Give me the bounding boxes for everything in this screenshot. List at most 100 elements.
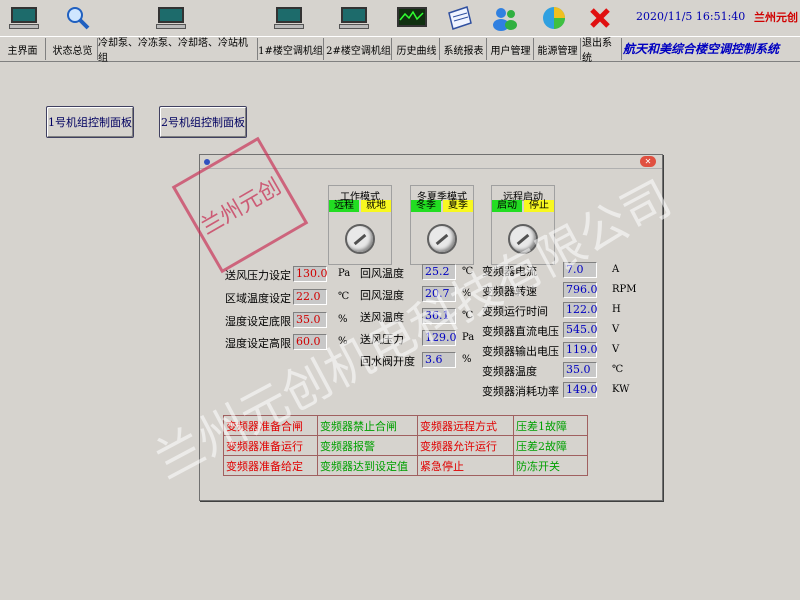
summer-option[interactable]: 夏季 (443, 200, 473, 212)
unit-label: RPM (612, 284, 637, 295)
status-cell: 变频器远程方式 (417, 415, 514, 436)
unit-label: V (612, 324, 620, 335)
vfd-label: 变频器消耗功率 (482, 385, 559, 398)
stop-option[interactable]: 停止 (524, 200, 554, 212)
status-cell: 压差1故障 (513, 415, 588, 436)
unit1-panel-button[interactable]: 1号机组控制面板 (46, 106, 134, 138)
setpoint-label: 区域温度设定 (225, 292, 291, 305)
table-row: 变频器准备运行 变频器报警 变频器允许运行 压差2故障 (223, 435, 588, 456)
monitor-icon[interactable] (155, 4, 187, 32)
setpoint-label: 送风压力设定 (225, 269, 291, 282)
vfd-value: 35.0 (563, 362, 597, 378)
status-cell: 压差2故障 (513, 435, 588, 456)
reading-label: 送风温度 (360, 311, 404, 324)
report-icon[interactable] (443, 4, 475, 32)
reading-value: 129.0 (422, 330, 457, 346)
icon-toolbar: 2020/11/5 16:51:40 兰州元创 (0, 0, 800, 36)
status-cell: 变频器允许运行 (417, 435, 514, 456)
datetime: 2020/11/5 16:51:40 (636, 10, 746, 23)
start-option[interactable]: 启动 (492, 200, 522, 212)
unit-label: % (338, 336, 348, 347)
setpoint-input[interactable]: 35.0 (293, 312, 327, 328)
unit-label: % (462, 354, 472, 365)
status-cell: 防冻开关 (513, 455, 588, 476)
reading-label: 回风温度 (360, 267, 404, 280)
status-cell: 变频器准备合闸 (223, 415, 318, 436)
unit-label: % (462, 288, 472, 299)
unit-label: A (612, 264, 620, 275)
vfd-label: 变频器电流 (482, 265, 537, 278)
unit-label: % (338, 314, 348, 325)
magnifier-icon[interactable] (62, 4, 94, 32)
table-row: 变频器准备合闸 变频器禁止合闸 变频器远程方式 压差1故障 (223, 415, 588, 436)
season-mode-switch[interactable]: 冬夏季模式 冬季 夏季 (410, 185, 474, 265)
close-icon[interactable]: ✕ (640, 156, 656, 167)
nav-bldg1[interactable]: 1#楼空调机组 (258, 38, 324, 60)
system-name: 航天和美综合楼空调控制系统 (623, 42, 780, 56)
users-icon[interactable] (489, 4, 521, 32)
vfd-label: 变频器输出电压 (482, 345, 559, 358)
chart-monitor-icon[interactable] (396, 4, 428, 32)
knob-icon[interactable] (345, 224, 375, 254)
remote-start-switch[interactable]: 远程启动 启动 停止 (491, 185, 555, 265)
local-option[interactable]: 就地 (361, 200, 391, 212)
winter-option[interactable]: 冬季 (411, 200, 441, 212)
vfd-label: 变频器直流电压 (482, 325, 559, 338)
monitor-icon[interactable] (8, 4, 40, 32)
pie-chart-icon[interactable] (538, 4, 570, 32)
unit-label: V (612, 344, 620, 355)
vfd-value: 7.0 (563, 262, 597, 278)
unit-label: ℃ (462, 266, 474, 277)
brand-label: 兰州元创 (754, 11, 798, 24)
setpoint-input[interactable]: 60.0 (293, 334, 327, 350)
close-x-icon[interactable] (584, 4, 616, 32)
unit-label: KW (612, 384, 630, 395)
setpoint-input[interactable]: 130.0 (293, 266, 328, 282)
status-table: 变频器准备合闸 变频器禁止合闸 变频器远程方式 压差1故障 变频器准备运行 变频… (223, 415, 588, 476)
status-cell: 变频器禁止合闸 (317, 415, 418, 436)
nav-users[interactable]: 用户管理 (488, 38, 534, 60)
setpoint-label: 湿度设定底限 (225, 315, 291, 328)
unit2-panel-button[interactable]: 2号机组控制面板 (159, 106, 247, 138)
nav-history[interactable]: 历史曲线 (394, 38, 440, 60)
knob-icon[interactable] (427, 224, 457, 254)
status-cell: 变频器达到设定值 (317, 455, 418, 476)
setpoint-input[interactable]: 22.0 (293, 289, 327, 305)
work-mode-switch[interactable]: 工作模式 远程 就地 (328, 185, 392, 265)
reading-value: 20.7 (422, 286, 456, 302)
unit-label: ℃ (612, 364, 624, 375)
nav-main[interactable]: 主界面 (0, 38, 46, 60)
vfd-label: 变频运行时间 (482, 305, 548, 318)
reading-value: 25.2 (422, 264, 456, 280)
unit-label: ℃ (462, 310, 474, 321)
reading-label: 送风压力 (360, 333, 404, 346)
unit-label: Pa (462, 332, 475, 343)
reading-value: 36.1 (422, 308, 456, 324)
monitor-icon[interactable] (273, 4, 305, 32)
unit-label: H (612, 304, 621, 315)
vfd-label: 变频器温度 (482, 365, 537, 378)
vfd-value: 119.0 (563, 342, 598, 358)
status-cell: 变频器准备运行 (223, 435, 318, 456)
status-cell: 紧急停止 (417, 455, 514, 476)
remote-option[interactable]: 远程 (329, 200, 359, 212)
vfd-value: 122.0 (563, 302, 598, 318)
nav-overview[interactable]: 状态总览 (48, 38, 98, 60)
knob-icon[interactable] (508, 224, 538, 254)
monitor-icon[interactable] (338, 4, 370, 32)
status-cell: 变频器报警 (317, 435, 418, 456)
vfd-value: 149.0 (563, 382, 598, 398)
nav-bldg2[interactable]: 2#楼空调机组 (326, 38, 392, 60)
status-cell: 变频器准备给定 (223, 455, 318, 476)
reading-label: 回水阀开度 (360, 355, 415, 368)
reading-value: 3.6 (422, 352, 456, 368)
nav-report[interactable]: 系统报表 (441, 38, 487, 60)
unit-label: ℃ (338, 291, 350, 302)
vfd-value: 545.0 (563, 322, 598, 338)
unit-label: Pa (338, 268, 351, 279)
nav-exit[interactable]: 退出系统 (582, 38, 622, 64)
vfd-label: 变频器转速 (482, 285, 537, 298)
nav-energy[interactable]: 能源管理 (535, 38, 581, 60)
nav-pumps[interactable]: 冷却泵、冷冻泵、冷却塔、冷站机组 (98, 38, 258, 64)
table-row: 变频器准备给定 变频器达到设定值 紧急停止 防冻开关 (223, 455, 588, 476)
